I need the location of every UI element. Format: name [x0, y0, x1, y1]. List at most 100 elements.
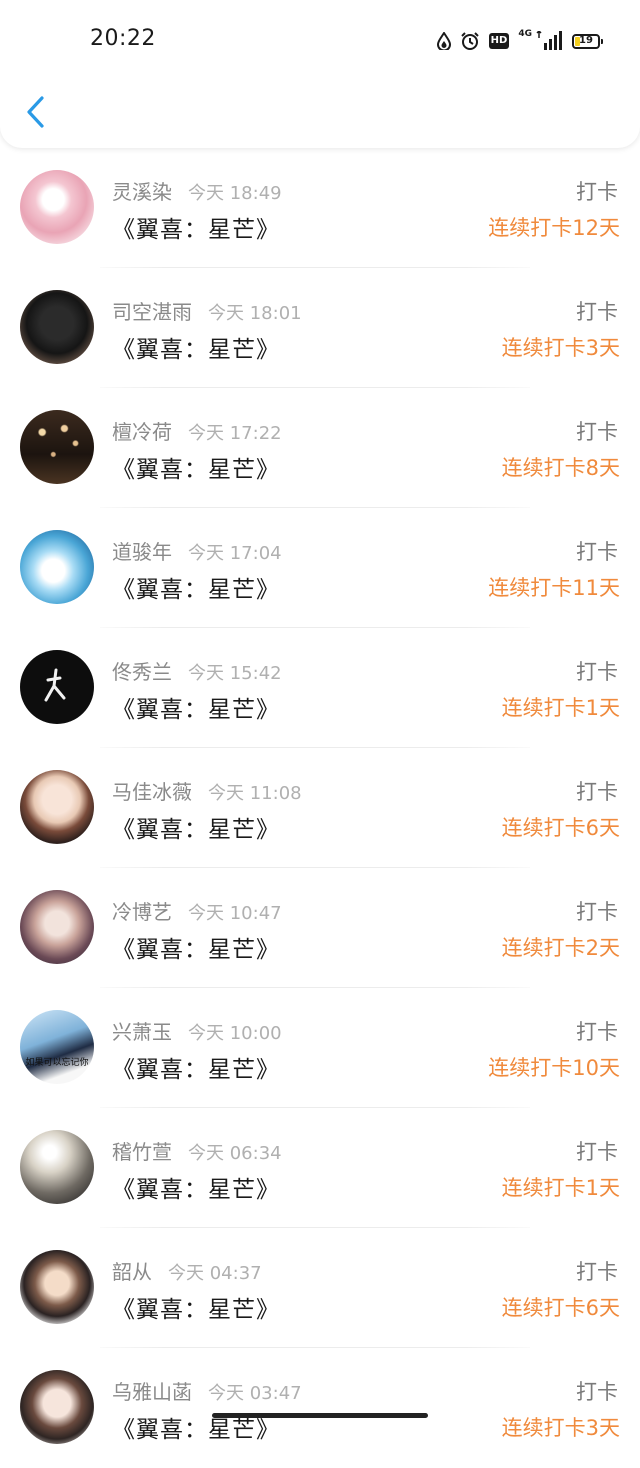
user-name: 佟秀兰 今天 15:42 — [112, 656, 282, 685]
user-name: 冷博艺 今天 10:47 — [112, 896, 282, 925]
checkin-time: 今天 15:42 — [188, 663, 282, 684]
streak-label: 连续打卡3天 — [501, 1416, 620, 1440]
user-name-text: 司空湛雨 — [112, 300, 192, 324]
list-item[interactable]: 佟秀兰 今天 15:42 《翼喜：星芒》 打卡 连续打卡1天 — [0, 628, 640, 748]
streak-label: 连续打卡8天 — [501, 456, 620, 480]
moon-logo-icon — [42, 662, 84, 716]
user-name-text: 佟秀兰 — [112, 660, 172, 684]
action-label: 打卡 — [576, 180, 618, 204]
user-name: 韶从 今天 04:37 — [112, 1256, 262, 1285]
list-item[interactable]: 司空湛雨 今天 18:01 《翼喜：星芒》 打卡 连续打卡3天 — [0, 268, 640, 388]
user-name: 灵溪染 今天 18:49 — [112, 176, 282, 205]
battery-level: 19 — [579, 35, 593, 46]
action-label: 打卡 — [576, 660, 618, 684]
list-item[interactable]: 稽竹萱 今天 06:34 《翼喜：星芒》 打卡 连续打卡1天 — [0, 1108, 640, 1228]
home-indicator[interactable] — [212, 1413, 428, 1418]
streak-label: 连续打卡3天 — [501, 336, 620, 360]
checkin-time: 今天 04:37 — [168, 1263, 262, 1284]
streak-label: 连续打卡11天 — [488, 576, 620, 600]
action-label: 打卡 — [576, 1020, 618, 1044]
user-name-text: 道骏年 — [112, 540, 172, 564]
list-item[interactable]: 马佳冰薇 今天 11:08 《翼喜：星芒》 打卡 连续打卡6天 — [0, 748, 640, 868]
user-name-text: 兴萧玉 — [112, 1020, 172, 1044]
back-button[interactable] — [18, 92, 52, 132]
list-item[interactable]: 灵溪染 今天 18:49 《翼喜：星芒》 打卡 连续打卡12天 — [0, 148, 640, 268]
alarm-icon — [460, 31, 480, 51]
checkin-time: 今天 03:47 — [208, 1383, 302, 1404]
chevron-left-icon — [27, 96, 44, 128]
status-time: 20:22 — [90, 26, 156, 51]
checkin-list: 灵溪染 今天 18:49 《翼喜：星芒》 打卡 连续打卡12天 司空湛雨 今天 18… — [0, 148, 640, 1468]
avatar[interactable] — [20, 290, 94, 364]
list-item[interactable]: 檀冷荷 今天 17:22 《翼喜：星芒》 打卡 连续打卡8天 — [0, 388, 640, 508]
user-name: 乌雅山菡 今天 03:47 — [112, 1376, 302, 1405]
streak-label: 连续打卡1天 — [501, 696, 620, 720]
book-title[interactable]: 《翼喜：星芒》 — [112, 1050, 280, 1084]
checkin-time: 今天 17:22 — [188, 423, 282, 444]
action-label: 打卡 — [576, 1380, 618, 1404]
book-title[interactable]: 《翼喜：星芒》 — [112, 930, 280, 964]
action-label: 打卡 — [576, 780, 618, 804]
signal-4g-icon — [535, 31, 563, 51]
water-drop-icon — [436, 32, 451, 50]
avatar[interactable] — [20, 650, 94, 724]
battery-icon: 19 — [572, 33, 603, 49]
checkin-time: 今天 10:00 — [188, 1023, 282, 1044]
checkin-time: 今天 06:34 — [188, 1143, 282, 1164]
avatar[interactable] — [20, 170, 94, 244]
network-type-label: 4G — [518, 29, 532, 39]
avatar[interactable] — [20, 890, 94, 964]
book-title[interactable]: 《翼喜：星芒》 — [112, 690, 280, 724]
user-name-text: 稽竹萱 — [112, 1140, 172, 1164]
checkin-time: 今天 17:04 — [188, 543, 282, 564]
action-label: 打卡 — [576, 300, 618, 324]
book-title[interactable]: 《翼喜：星芒》 — [112, 570, 280, 604]
user-name-text: 马佳冰薇 — [112, 780, 192, 804]
action-label: 打卡 — [576, 420, 618, 444]
user-name-text: 韶从 — [112, 1260, 152, 1284]
streak-label: 连续打卡12天 — [488, 216, 620, 240]
avatar[interactable] — [20, 1130, 94, 1204]
avatar[interactable] — [20, 770, 94, 844]
checkin-time: 今天 11:08 — [208, 783, 302, 804]
action-label: 打卡 — [576, 900, 618, 924]
avatar[interactable] — [20, 410, 94, 484]
streak-label: 连续打卡10天 — [488, 1056, 620, 1080]
list-item[interactable]: 道骏年 今天 17:04 《翼喜：星芒》 打卡 连续打卡11天 — [0, 508, 640, 628]
checkin-time: 今天 18:01 — [208, 303, 302, 324]
book-title[interactable]: 《翼喜：星芒》 — [112, 1170, 280, 1204]
streak-label: 连续打卡6天 — [501, 1296, 620, 1320]
streak-label: 连续打卡1天 — [501, 1176, 620, 1200]
list-item[interactable]: 乌雅山菡 今天 03:47 《翼喜：星芒》 打卡 连续打卡3天 — [0, 1348, 640, 1468]
book-title[interactable]: 《翼喜：星芒》 — [112, 330, 280, 364]
user-name-text: 檀冷荷 — [112, 420, 172, 444]
avatar-caption: 如果可以忘记你 — [25, 1058, 89, 1068]
user-name: 司空湛雨 今天 18:01 — [112, 296, 302, 325]
hd-icon: HD — [488, 33, 510, 49]
avatar[interactable]: 如果可以忘记你 — [20, 1010, 94, 1084]
avatar[interactable] — [20, 1250, 94, 1324]
user-name-text: 冷博艺 — [112, 900, 172, 924]
user-name: 马佳冰薇 今天 11:08 — [112, 776, 302, 805]
checkin-time: 今天 10:47 — [188, 903, 282, 924]
list-item[interactable]: 如果可以忘记你 兴萧玉 今天 10:00 《翼喜：星芒》 打卡 连续打卡10天 — [0, 988, 640, 1108]
book-title[interactable]: 《翼喜：星芒》 — [112, 450, 280, 484]
top-bar: 20:22 HD 4G 19 — [0, 0, 640, 148]
book-title[interactable]: 《翼喜：星芒》 — [112, 210, 280, 244]
avatar[interactable] — [20, 530, 94, 604]
action-label: 打卡 — [576, 1140, 618, 1164]
list-item[interactable]: 冷博艺 今天 10:47 《翼喜：星芒》 打卡 连续打卡2天 — [0, 868, 640, 988]
book-title[interactable]: 《翼喜：星芒》 — [112, 1290, 280, 1324]
list-item[interactable]: 韶从 今天 04:37 《翼喜：星芒》 打卡 连续打卡6天 — [0, 1228, 640, 1348]
action-label: 打卡 — [576, 1260, 618, 1284]
user-name: 兴萧玉 今天 10:00 — [112, 1016, 282, 1045]
checkin-time: 今天 18:49 — [188, 183, 282, 204]
user-name: 檀冷荷 今天 17:22 — [112, 416, 282, 445]
user-name: 道骏年 今天 17:04 — [112, 536, 282, 565]
user-name: 稽竹萱 今天 06:34 — [112, 1136, 282, 1165]
streak-label: 连续打卡2天 — [501, 936, 620, 960]
status-icons: HD 4G 19 — [436, 28, 603, 54]
user-name-text: 灵溪染 — [112, 180, 172, 204]
book-title[interactable]: 《翼喜：星芒》 — [112, 810, 280, 844]
avatar[interactable] — [20, 1370, 94, 1444]
